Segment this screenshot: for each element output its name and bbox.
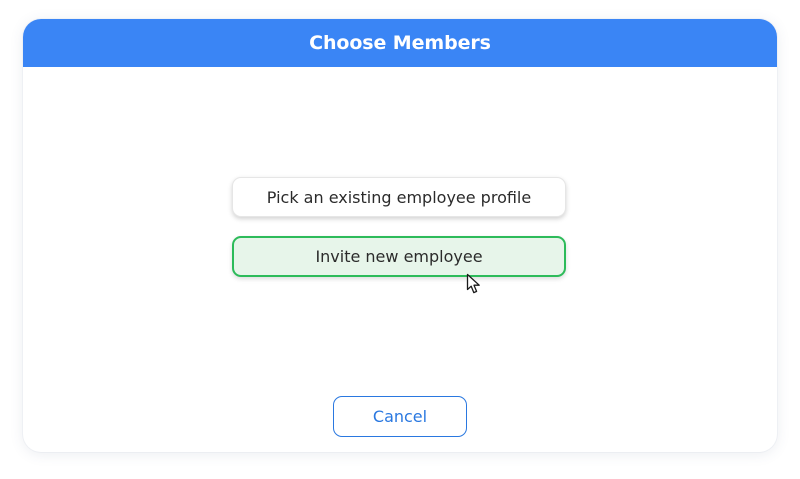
cancel-button[interactable]: Cancel bbox=[333, 396, 467, 437]
choose-members-dialog: Choose Members Pick an existing employee… bbox=[23, 19, 777, 452]
pick-existing-employee-button[interactable]: Pick an existing employee profile bbox=[232, 177, 566, 217]
mouse-pointer-icon bbox=[466, 273, 480, 294]
dialog-title: Choose Members bbox=[309, 32, 491, 54]
invite-new-employee-button[interactable]: Invite new employee bbox=[232, 236, 566, 277]
dialog-header: Choose Members bbox=[23, 19, 777, 67]
